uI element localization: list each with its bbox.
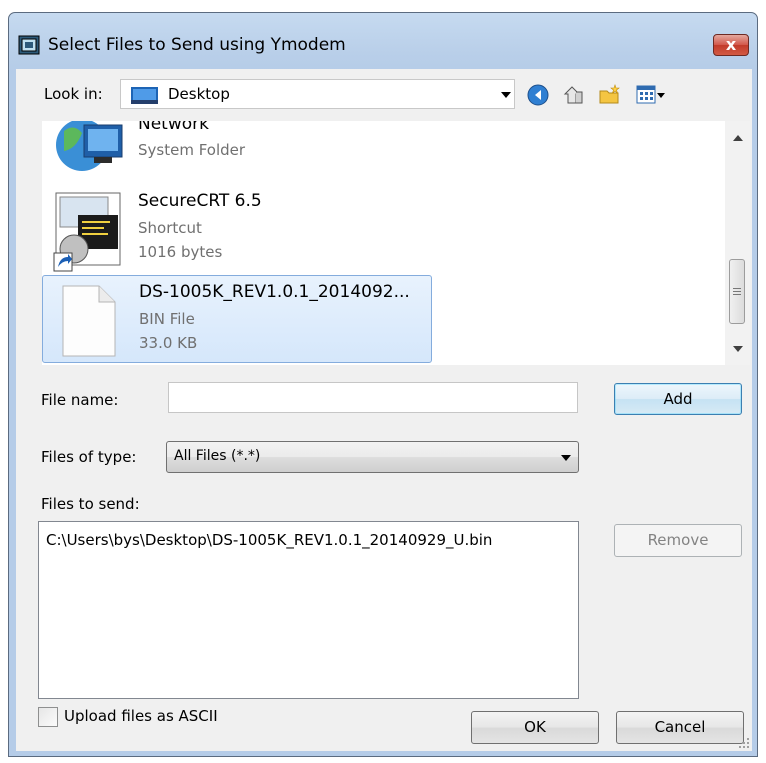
window-title: Select Files to Send using Ymodem	[48, 35, 346, 55]
send-list-item[interactable]: C:\Users\bys\Desktop\DS-1005K_REV1.0.1_2…	[46, 531, 492, 549]
desktop-icon	[131, 87, 158, 104]
add-button[interactable]: Add	[614, 383, 742, 415]
file-type: System Folder	[138, 141, 246, 159]
file-list-scrollbar[interactable]	[725, 121, 750, 365]
app-icon	[18, 35, 40, 55]
files-of-type-label: Files of type:	[41, 448, 137, 466]
back-icon[interactable]	[526, 83, 550, 107]
ok-button[interactable]: OK	[471, 711, 599, 744]
securecrt-shortcut-icon	[53, 192, 121, 272]
file-name: DS-1005K_REV1.0.1_2014092...	[139, 282, 410, 302]
remove-button[interactable]: Remove	[614, 524, 742, 557]
look-in-combo[interactable]: Desktop	[120, 79, 515, 109]
file-type: BIN File	[139, 310, 195, 328]
document-icon	[62, 285, 116, 357]
file-size: 1016 bytes	[138, 243, 223, 261]
title-bar[interactable]: Select Files to Send using Ymodem x	[9, 13, 757, 69]
network-icon	[56, 121, 123, 171]
file-size: 33.0 KB	[139, 334, 198, 352]
look-in-dropdown-icon[interactable]	[501, 92, 511, 98]
file-item-bin[interactable]: DS-1005K_REV1.0.1_2014092... BIN File 33…	[42, 275, 432, 363]
files-to-send-label: Files to send:	[41, 495, 140, 513]
scroll-up-icon[interactable]	[733, 135, 743, 141]
files-of-type-value: All Files (*.*)	[174, 448, 261, 464]
look-in-value: Desktop	[168, 85, 230, 103]
resize-grip-icon[interactable]	[738, 737, 750, 749]
new-folder-icon[interactable]	[598, 83, 622, 107]
upload-ascii-label[interactable]: Upload files as ASCII	[64, 707, 218, 725]
file-type: Shortcut	[138, 219, 202, 237]
file-name: SecureCRT 6.5	[138, 191, 262, 211]
file-item-securecrt[interactable]: SecureCRT 6.5 Shortcut 1016 bytes	[42, 183, 432, 272]
file-item-network[interactable]: Network System Folder	[42, 121, 432, 185]
view-dropdown-icon[interactable]	[657, 93, 665, 98]
upload-ascii-checkbox[interactable]	[38, 707, 58, 727]
files-of-type-select[interactable]: All Files (*.*)	[166, 441, 579, 473]
files-to-send-list[interactable]: C:\Users\bys\Desktop\DS-1005K_REV1.0.1_2…	[38, 521, 579, 699]
dialog-window: Select Files to Send using Ymodem x Look…	[8, 12, 758, 757]
file-name: Network	[138, 121, 209, 134]
scroll-down-icon[interactable]	[733, 346, 743, 352]
look-in-label: Look in:	[44, 85, 103, 103]
scroll-thumb[interactable]	[729, 259, 745, 324]
file-name-label: File name:	[41, 391, 119, 409]
up-folder-icon[interactable]	[562, 83, 586, 107]
close-button[interactable]: x	[713, 34, 749, 56]
file-list[interactable]: Network System Folder SecureCRT 6.5 Shor…	[42, 121, 750, 365]
cancel-button[interactable]: Cancel	[616, 711, 744, 744]
files-of-type-dropdown-icon[interactable]	[561, 455, 571, 461]
dialog-client-area: Look in: Desktop Network System Folder S…	[16, 69, 752, 751]
file-name-input[interactable]	[168, 382, 578, 413]
